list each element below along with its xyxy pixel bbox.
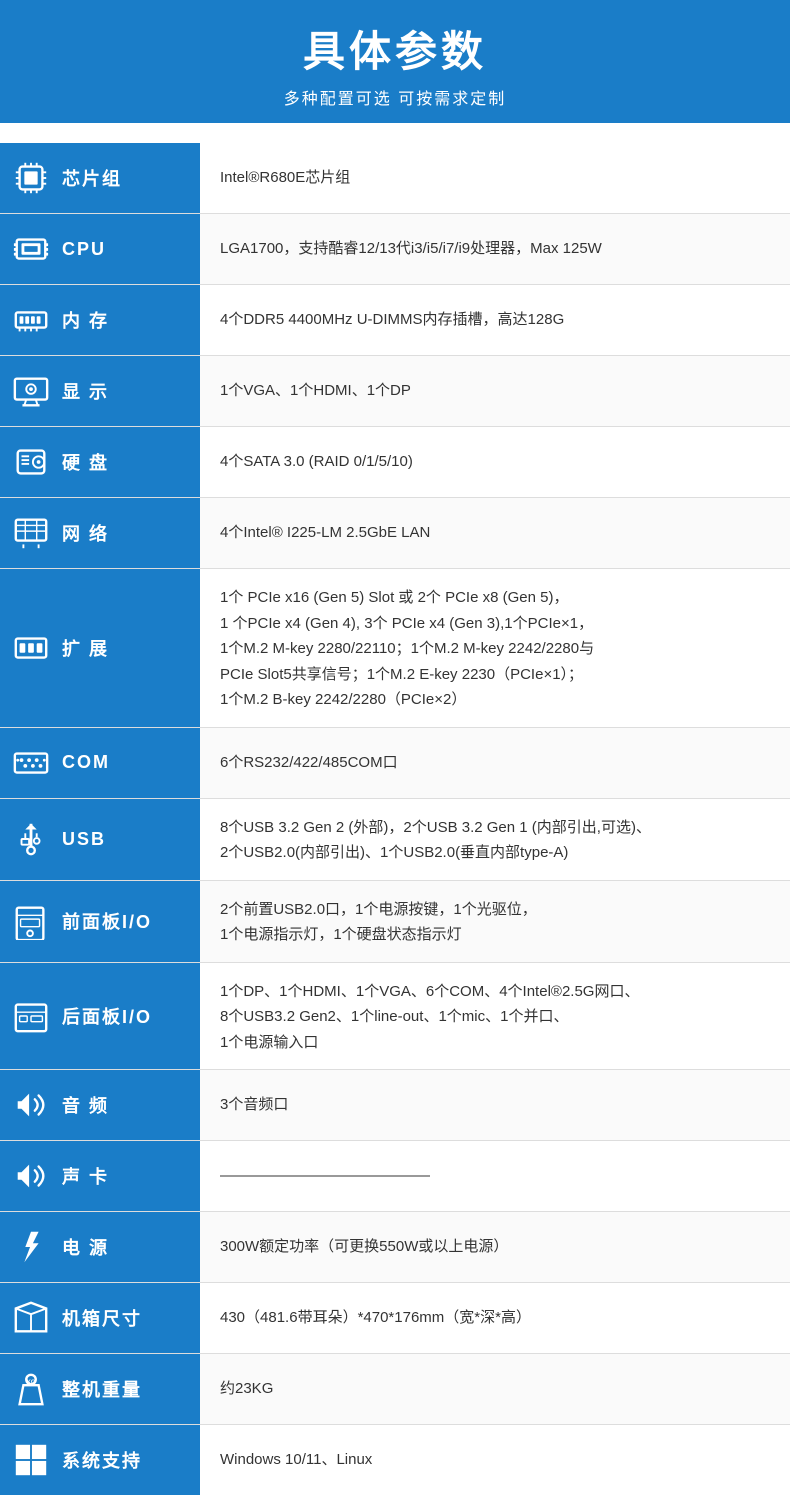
label-cell-rear-panel: 后面板I/O <box>0 962 200 1070</box>
soundcard-icon <box>10 1155 52 1197</box>
label-cell-display: 显 示 <box>0 356 200 427</box>
chipset-icon <box>10 157 52 199</box>
label-text-power: 电 源 <box>62 1234 109 1260</box>
value-cell-audio: 3个音频口 <box>200 1070 790 1141</box>
label-text-chipset: 芯片组 <box>62 165 122 191</box>
display-icon <box>10 370 52 412</box>
label-text-expansion: 扩 展 <box>62 635 109 661</box>
power-icon <box>10 1226 52 1268</box>
row-weight: KG 整机重量约23KG <box>0 1354 790 1425</box>
label-text-cpu: CPU <box>62 239 106 260</box>
value-cell-front-panel: 2个前置USB2.0口，1个电源按键，1个光驱位，1个电源指示灯，1个硬盘状态指… <box>200 880 790 962</box>
label-cell-expansion: 扩 展 <box>0 569 200 728</box>
page-wrapper: 具体参数 多种配置可选 可按需求定制 芯片组 Intel®R680E芯片组 <box>0 0 790 1495</box>
label-text-rear-panel: 后面板I/O <box>62 1003 152 1029</box>
row-audio: 音 频 3个音频口 <box>0 1070 790 1141</box>
label-text-soundcard: 声 卡 <box>62 1163 109 1189</box>
value-cell-rear-panel: 1个DP、1个HDMI、1个VGA、6个COM、4个Intel®2.5G网口、8… <box>200 962 790 1070</box>
label-cell-chassis: 机箱尺寸 <box>0 1283 200 1354</box>
value-cell-os: Windows 10/11、Linux <box>200 1425 790 1495</box>
row-com: COM 6个RS232/422/485COM口 <box>0 727 790 798</box>
label-text-network: 网 络 <box>62 520 109 546</box>
label-cell-storage: 硬 盘 <box>0 427 200 498</box>
memory-icon <box>10 299 52 341</box>
label-cell-power: 电 源 <box>0 1212 200 1283</box>
storage-icon <box>10 441 52 483</box>
value-cell-chassis: 430（481.6带耳朵）*470*176mm（宽*深*高） <box>200 1283 790 1354</box>
frontpanel-icon <box>10 900 52 942</box>
com-icon <box>10 742 52 784</box>
os-icon <box>10 1439 52 1481</box>
value-cell-expansion: 1个 PCIe x16 (Gen 5) Slot 或 2个 PCIe x8 (G… <box>200 569 790 728</box>
label-cell-audio: 音 频 <box>0 1070 200 1141</box>
value-cell-display: 1个VGA、1个HDMI、1个DP <box>200 356 790 427</box>
label-cell-cpu: CPU <box>0 214 200 285</box>
row-front-panel: 前面板I/O 2个前置USB2.0口，1个电源按键，1个光驱位，1个电源指示灯，1… <box>0 880 790 962</box>
label-cell-front-panel: 前面板I/O <box>0 880 200 962</box>
label-text-com: COM <box>62 752 110 773</box>
label-cell-weight: KG 整机重量 <box>0 1354 200 1425</box>
weight-icon: KG <box>10 1368 52 1410</box>
label-cell-network: 网 络 <box>0 498 200 569</box>
label-text-weight: 整机重量 <box>62 1376 142 1402</box>
row-memory: 内 存 4个DDR5 4400MHz U-DIMMS内存插槽，高达128G <box>0 285 790 356</box>
label-cell-com: COM <box>0 727 200 798</box>
label-cell-soundcard: 声 卡 <box>0 1141 200 1212</box>
page-subtitle: 多种配置可选 可按需求定制 <box>0 85 790 109</box>
row-display: 显 示 1个VGA、1个HDMI、1个DP <box>0 356 790 427</box>
label-cell-chipset: 芯片组 <box>0 143 200 214</box>
row-power: 电 源 300W额定功率（可更换550W或以上电源） <box>0 1212 790 1283</box>
label-text-chassis: 机箱尺寸 <box>62 1305 142 1331</box>
header: 具体参数 多种配置可选 可按需求定制 <box>0 0 790 123</box>
value-cell-cpu: LGA1700，支持酷睿12/13代i3/i5/i7/i9处理器，Max 125… <box>200 214 790 285</box>
row-usb: USB 8个USB 3.2 Gen 2 (外部)，2个USB 3.2 Gen 1 … <box>0 798 790 880</box>
label-text-front-panel: 前面板I/O <box>62 908 152 934</box>
audio-icon <box>10 1084 52 1126</box>
page-title: 具体参数 <box>0 18 790 79</box>
value-cell-usb: 8个USB 3.2 Gen 2 (外部)，2个USB 3.2 Gen 1 (内部… <box>200 798 790 880</box>
row-network: 网 络 4个Intel® I225-LM 2.5GbE LAN <box>0 498 790 569</box>
value-cell-chipset: Intel®R680E芯片组 <box>200 143 790 214</box>
row-chipset: 芯片组 Intel®R680E芯片组 <box>0 143 790 214</box>
expansion-icon <box>10 627 52 669</box>
label-text-display: 显 示 <box>62 378 109 404</box>
label-cell-os: 系统支持 <box>0 1425 200 1495</box>
chassis-icon <box>10 1297 52 1339</box>
row-cpu: CPU LGA1700，支持酷睿12/13代i3/i5/i7/i9处理器，Max … <box>0 214 790 285</box>
row-storage: 硬 盘 4个SATA 3.0 (RAID 0/1/5/10) <box>0 427 790 498</box>
value-cell-network: 4个Intel® I225-LM 2.5GbE LAN <box>200 498 790 569</box>
label-cell-memory: 内 存 <box>0 285 200 356</box>
value-cell-storage: 4个SATA 3.0 (RAID 0/1/5/10) <box>200 427 790 498</box>
network-icon <box>10 512 52 554</box>
row-expansion: 扩 展 1个 PCIe x16 (Gen 5) Slot 或 2个 PCIe x8… <box>0 569 790 728</box>
cpu-icon <box>10 228 52 270</box>
label-text-audio: 音 频 <box>62 1092 109 1118</box>
value-cell-com: 6个RS232/422/485COM口 <box>200 727 790 798</box>
label-text-usb: USB <box>62 829 106 850</box>
value-cell-memory: 4个DDR5 4400MHz U-DIMMS内存插槽，高达128G <box>200 285 790 356</box>
label-text-os: 系统支持 <box>62 1447 142 1473</box>
rearpanel-icon <box>10 995 52 1037</box>
label-text-memory: 内 存 <box>62 307 109 333</box>
value-cell-soundcard: —————————————— <box>200 1141 790 1212</box>
row-chassis: 机箱尺寸 430（481.6带耳朵）*470*176mm（宽*深*高） <box>0 1283 790 1354</box>
row-os: 系统支持 Windows 10/11、Linux <box>0 1425 790 1495</box>
label-cell-usb: USB <box>0 798 200 880</box>
usb-icon <box>10 818 52 860</box>
label-text-storage: 硬 盘 <box>62 449 109 475</box>
spec-table: 芯片组 Intel®R680E芯片组 CPU LGA1700，支持酷睿12/13代i… <box>0 143 790 1495</box>
row-soundcard: 声 卡 —————————————— <box>0 1141 790 1212</box>
value-cell-power: 300W额定功率（可更换550W或以上电源） <box>200 1212 790 1283</box>
row-rear-panel: 后面板I/O 1个DP、1个HDMI、1个VGA、6个COM、4个Intel®2.… <box>0 962 790 1070</box>
value-cell-weight: 约23KG <box>200 1354 790 1425</box>
